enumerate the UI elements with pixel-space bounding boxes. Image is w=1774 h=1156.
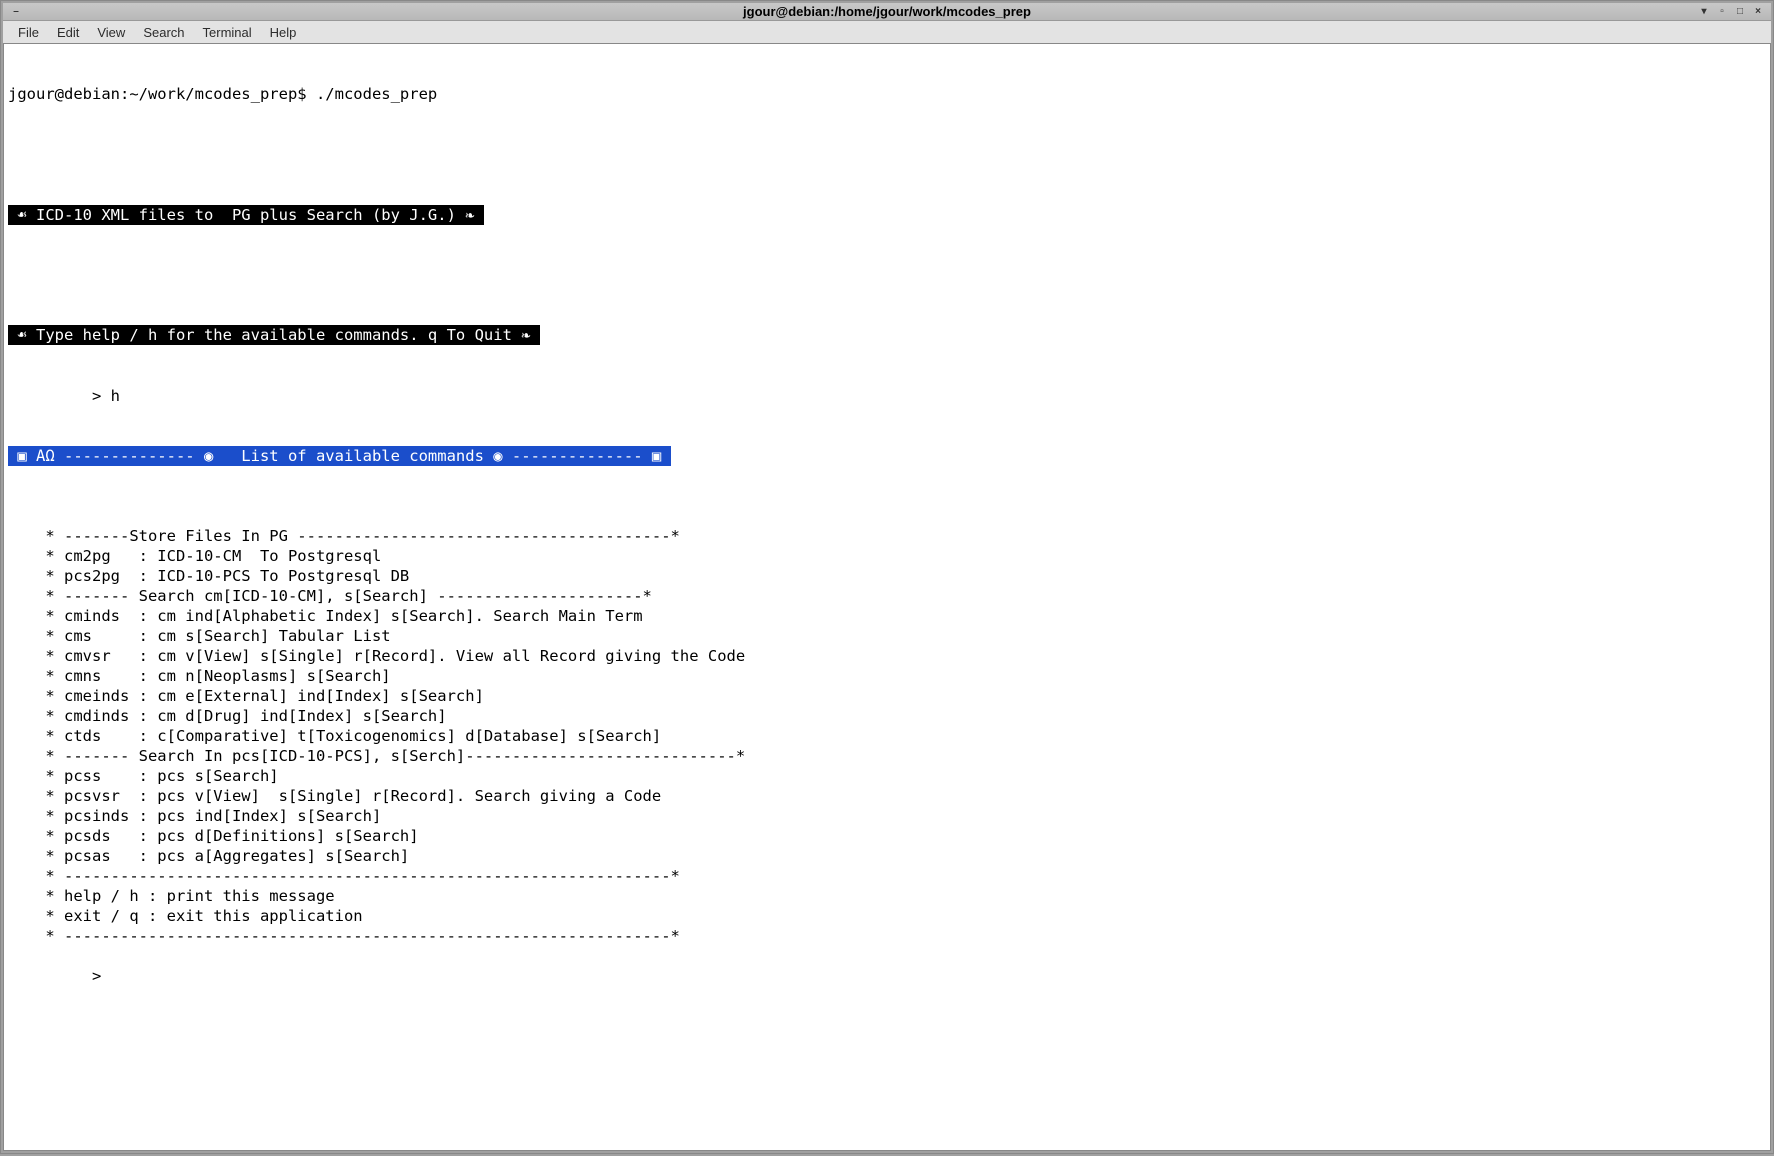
minimize-icon[interactable]: ▫ bbox=[1715, 6, 1729, 18]
output-text: * ctds : c[Comparative] t[Toxicogenomics… bbox=[8, 726, 661, 746]
output-text: * pcsas : pcs a[Aggregates] s[Search] bbox=[8, 846, 409, 866]
titlebar-right-controls: ▾ ▫ □ × bbox=[1697, 6, 1765, 18]
banner-title: ☙ ICD-10 XML files to PG plus Search (by… bbox=[8, 205, 484, 225]
output-line: * pcsvsr : pcs v[View] s[Single] r[Recor… bbox=[8, 786, 1766, 806]
menu-view[interactable]: View bbox=[88, 23, 134, 42]
output-line: * --------------------------------------… bbox=[8, 866, 1766, 886]
output-line: * cmvsr : cm v[View] s[Single] r[Record]… bbox=[8, 646, 1766, 666]
output-text: * pcss : pcs s[Search] bbox=[8, 766, 279, 786]
output-line: * pcsds : pcs d[Definitions] s[Search] bbox=[8, 826, 1766, 846]
output-text: * ------- Search In pcs[ICD-10-PCS], s[S… bbox=[8, 746, 745, 766]
prompt-line: jgour@debian:~/work/mcodes_prep$ ./mcode… bbox=[8, 84, 437, 104]
output-line: * ctds : c[Comparative] t[Toxicogenomics… bbox=[8, 726, 1766, 746]
output-text: * cmvsr : cm v[View] s[Single] r[Record]… bbox=[8, 646, 745, 666]
output-text: * pcsinds : pcs ind[Index] s[Search] bbox=[8, 806, 381, 826]
output-line: * cm2pg : ICD-10-CM To Postgresql bbox=[8, 546, 1766, 566]
output-line: * --------------------------------------… bbox=[8, 926, 1766, 946]
output-text: * help / h : print this message bbox=[8, 886, 335, 906]
output-line: * -------Store Files In PG -------------… bbox=[8, 526, 1766, 546]
output-text: * ------- Search cm[ICD-10-CM], s[Search… bbox=[8, 586, 652, 606]
menu-terminal[interactable]: Terminal bbox=[194, 23, 261, 42]
maximize-icon[interactable]: □ bbox=[1733, 6, 1747, 18]
terminal-area[interactable]: jgour@debian:~/work/mcodes_prep$ ./mcode… bbox=[3, 43, 1771, 1151]
output-line: * cms : cm s[Search] Tabular List bbox=[8, 626, 1766, 646]
output-text: * --------------------------------------… bbox=[8, 926, 680, 946]
output-line bbox=[8, 946, 1766, 966]
output-text: * --------------------------------------… bbox=[8, 866, 680, 886]
output-text: * cms : cm s[Search] Tabular List bbox=[8, 626, 391, 646]
output-line: * cmns : cm n[Neoplasms] s[Search] bbox=[8, 666, 1766, 686]
output-text: * pcsvsr : pcs v[View] s[Single] r[Recor… bbox=[8, 786, 661, 806]
output-text: * cminds : cm ind[Alphabetic Index] s[Se… bbox=[8, 606, 643, 626]
output-text: * cm2pg : ICD-10-CM To Postgresql bbox=[8, 546, 381, 566]
user-input-h: > h bbox=[8, 386, 120, 406]
menu-edit[interactable]: Edit bbox=[48, 23, 88, 42]
output-line: * exit / q : exit this application bbox=[8, 906, 1766, 926]
output-text: * exit / q : exit this application bbox=[8, 906, 363, 926]
output-line: * pcsas : pcs a[Aggregates] s[Search] bbox=[8, 846, 1766, 866]
output-line: * ------- Search In pcs[ICD-10-PCS], s[S… bbox=[8, 746, 1766, 766]
output-text: > bbox=[8, 966, 101, 986]
help-text-block: * -------Store Files In PG -------------… bbox=[8, 506, 1766, 986]
titlebar-left-controls: – bbox=[9, 6, 23, 18]
titlebar[interactable]: – jgour@debian:/home/jgour/work/mcodes_p… bbox=[3, 3, 1771, 21]
output-line: * ------- Search cm[ICD-10-CM], s[Search… bbox=[8, 586, 1766, 606]
menu-file[interactable]: File bbox=[9, 23, 48, 42]
menubar: File Edit View Search Terminal Help bbox=[3, 21, 1771, 43]
output-line: * pcs2pg : ICD-10-PCS To Postgresql DB bbox=[8, 566, 1766, 586]
output-line: * help / h : print this message bbox=[8, 886, 1766, 906]
output-line: * cmdinds : cm d[Drug] ind[Index] s[Sear… bbox=[8, 706, 1766, 726]
banner-instructions: ☙ Type help / h for the available comman… bbox=[8, 325, 540, 345]
output-line: * pcss : pcs s[Search] bbox=[8, 766, 1766, 786]
output-line: * cminds : cm ind[Alphabetic Index] s[Se… bbox=[8, 606, 1766, 626]
output-line: > bbox=[8, 966, 1766, 986]
output-line: * cmeinds : cm e[External] ind[Index] s[… bbox=[8, 686, 1766, 706]
output-text: * -------Store Files In PG -------------… bbox=[8, 526, 680, 546]
output-line bbox=[8, 506, 1766, 526]
output-text: * pcs2pg : ICD-10-PCS To Postgresql DB bbox=[8, 566, 409, 586]
menu-button-icon[interactable]: – bbox=[9, 6, 23, 18]
close-icon[interactable]: × bbox=[1751, 6, 1765, 18]
menu-search[interactable]: Search bbox=[134, 23, 193, 42]
output-text: * cmns : cm n[Neoplasms] s[Search] bbox=[8, 666, 391, 686]
output-text: * cmdinds : cm d[Drug] ind[Index] s[Sear… bbox=[8, 706, 447, 726]
banner-commands-header: ▣ ΑΩ -------------- ◉ List of available … bbox=[8, 446, 671, 466]
output-text: * pcsds : pcs d[Definitions] s[Search] bbox=[8, 826, 419, 846]
window-title: jgour@debian:/home/jgour/work/mcodes_pre… bbox=[743, 4, 1031, 19]
output-text: * cmeinds : cm e[External] ind[Index] s[… bbox=[8, 686, 484, 706]
window-frame: – jgour@debian:/home/jgour/work/mcodes_p… bbox=[0, 0, 1774, 1154]
shade-icon[interactable]: ▾ bbox=[1697, 6, 1711, 18]
menu-help[interactable]: Help bbox=[261, 23, 306, 42]
output-line: * pcsinds : pcs ind[Index] s[Search] bbox=[8, 806, 1766, 826]
